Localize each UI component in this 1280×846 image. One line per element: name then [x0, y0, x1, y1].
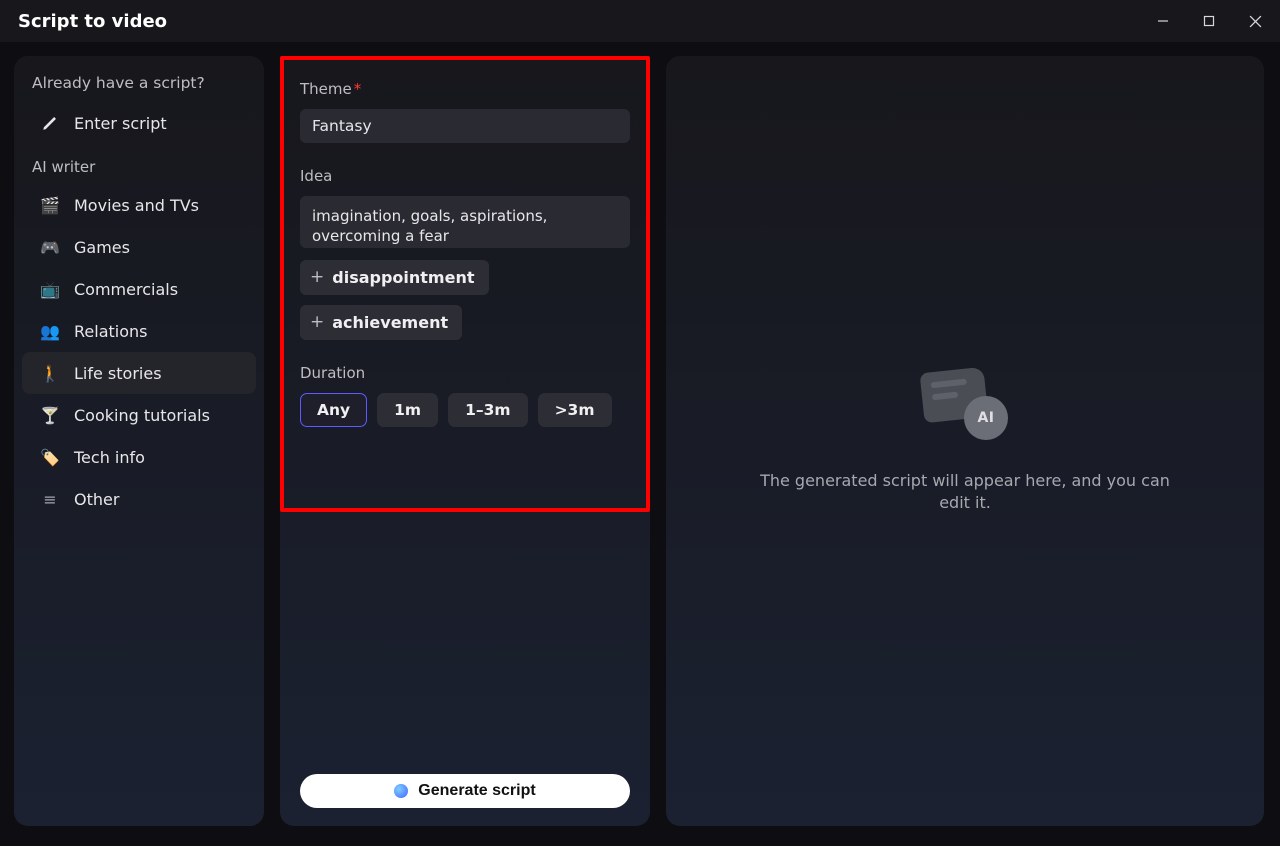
sparkle-icon: [394, 784, 408, 798]
sidebar-item-relations[interactable]: 👥 Relations: [22, 310, 256, 352]
idea-label: Idea: [300, 167, 630, 185]
chip-label: achievement: [332, 313, 448, 332]
close-icon: [1249, 15, 1262, 28]
sidebar-item-label: Movies and TVs: [74, 196, 199, 215]
sidebar-item-label: Tech info: [74, 448, 145, 467]
window-title: Script to video: [18, 11, 167, 32]
generate-label: Generate script: [418, 782, 535, 800]
generate-script-button[interactable]: Generate script: [300, 774, 630, 808]
duration-option-any[interactable]: Any: [300, 393, 367, 427]
close-button[interactable]: [1232, 0, 1278, 42]
sidebar-prompt: Already have a script?: [14, 70, 264, 102]
plus-icon: +: [310, 314, 324, 331]
sidebar-item-label: Other: [74, 490, 119, 509]
chip-label: disappointment: [332, 268, 474, 287]
sidebar: Already have a script? Enter script AI w…: [14, 56, 264, 826]
plus-icon: +: [310, 269, 324, 286]
category-icon: 🎮: [40, 237, 60, 257]
sidebar-item-other[interactable]: ≡ Other: [22, 478, 256, 520]
form-panel: Theme* Idea +disappointment+achievement …: [280, 56, 650, 826]
minimize-icon: [1157, 15, 1169, 27]
suggestion-chip-achievement[interactable]: + achievement: [300, 305, 462, 340]
category-icon: 🏷️: [40, 447, 60, 467]
duration-label: Duration: [300, 364, 630, 382]
sidebar-item-label: Relations: [74, 322, 147, 341]
category-icon: 🎬: [40, 195, 60, 215]
sidebar-item-label: Cooking tutorials: [74, 406, 210, 425]
sidebar-item-life-stories[interactable]: 🚶 Life stories: [22, 352, 256, 394]
category-icon: 👥: [40, 321, 60, 341]
sidebar-item-label: Enter script: [74, 114, 167, 133]
minimize-button[interactable]: [1140, 0, 1186, 42]
sidebar-item-label: Life stories: [74, 364, 162, 383]
sidebar-item-games[interactable]: 🎮 Games: [22, 226, 256, 268]
theme-input[interactable]: [300, 109, 630, 143]
category-icon: 🍸: [40, 405, 60, 425]
sidebar-item-movies-and-tvs[interactable]: 🎬 Movies and TVs: [22, 184, 256, 226]
maximize-button[interactable]: [1186, 0, 1232, 42]
preview-message: The generated script will appear here, a…: [750, 470, 1180, 515]
sidebar-item-enter-script[interactable]: Enter script: [22, 102, 256, 144]
sidebar-item-tech-info[interactable]: 🏷️ Tech info: [22, 436, 256, 478]
sidebar-item-commercials[interactable]: 📺 Commercials: [22, 268, 256, 310]
suggestion-chip-disappointment[interactable]: + disappointment: [300, 260, 489, 295]
preview-panel: AI The generated script will appear here…: [666, 56, 1264, 826]
sidebar-item-label: Games: [74, 238, 130, 257]
theme-label: Theme*: [300, 80, 630, 98]
script-placeholder-icon: AI: [922, 368, 1008, 440]
titlebar: Script to video: [0, 0, 1280, 42]
duration-option-3m[interactable]: >3m: [538, 393, 612, 427]
idea-input[interactable]: [300, 196, 630, 248]
pencil-icon: [40, 113, 60, 133]
sidebar-section-label: AI writer: [14, 144, 264, 184]
maximize-icon: [1203, 15, 1215, 27]
sidebar-item-label: Commercials: [74, 280, 178, 299]
category-icon: ≡: [40, 489, 60, 509]
duration-option-1m[interactable]: 1m: [377, 393, 438, 427]
category-icon: 📺: [40, 279, 60, 299]
category-icon: 🚶: [40, 363, 60, 383]
duration-option-13m[interactable]: 1–3m: [448, 393, 527, 427]
sidebar-item-cooking-tutorials[interactable]: 🍸 Cooking tutorials: [22, 394, 256, 436]
